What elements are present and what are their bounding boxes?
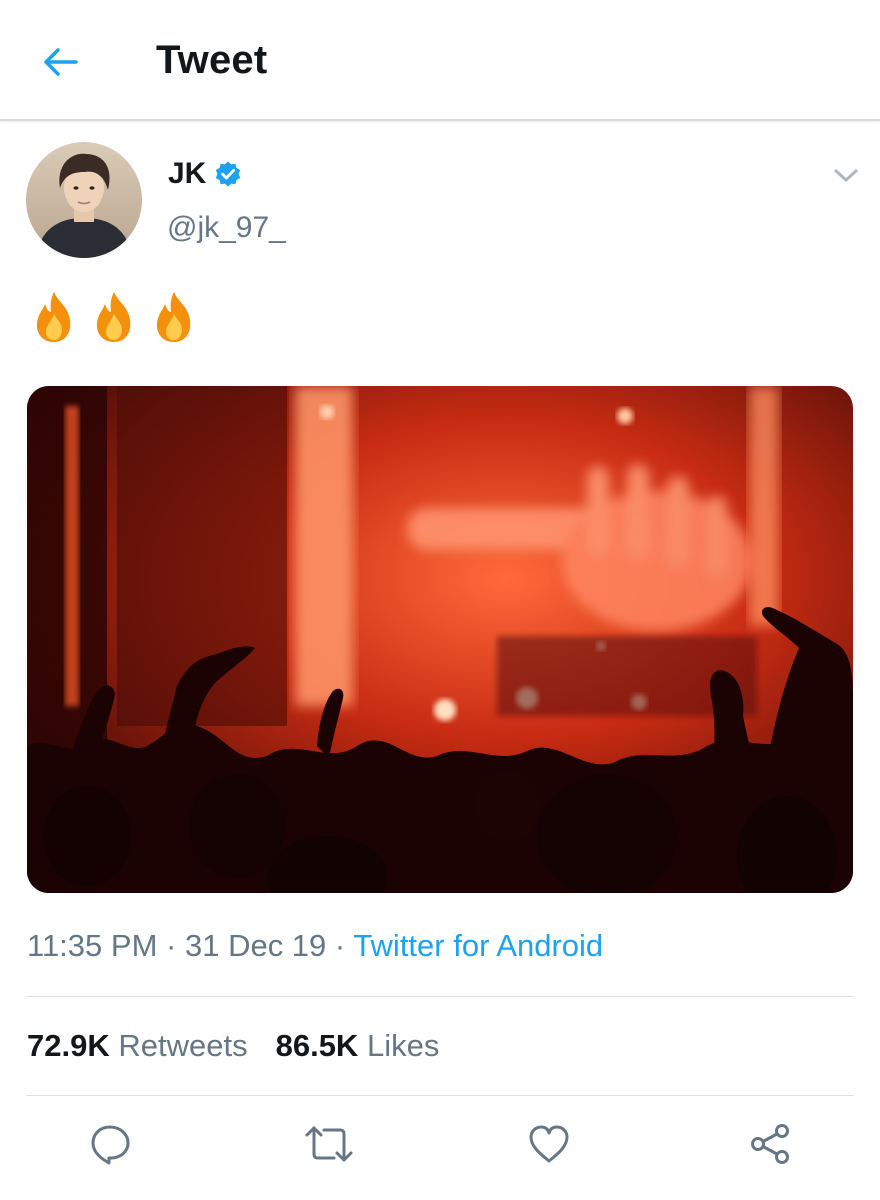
arrow-left-icon xyxy=(44,48,78,76)
fire-emoji-icon xyxy=(96,292,131,342)
tweet-stats: 72.9K Retweets 86.5K Likes xyxy=(27,1028,439,1064)
fire-emoji-icon xyxy=(36,292,71,342)
like-icon xyxy=(529,1125,569,1163)
tweet-timestamp: 11:35 PM · 31 Dec 19 · Twitter for Andro… xyxy=(27,928,603,964)
tweet-date: 31 Dec 19 xyxy=(184,928,327,963)
retweets-count: 72.9K xyxy=(27,1028,110,1063)
likes-count: 86.5K xyxy=(275,1028,359,1063)
concert-photo xyxy=(27,386,853,893)
verified-badge-icon xyxy=(214,160,242,188)
avatar-image xyxy=(26,142,142,258)
reply-icon xyxy=(91,1125,130,1165)
like-button[interactable] xyxy=(521,1118,577,1170)
retweet-button[interactable] xyxy=(301,1118,357,1170)
back-button[interactable] xyxy=(36,40,84,84)
likes-label: Likes xyxy=(366,1028,440,1063)
retweet-icon xyxy=(305,1126,353,1162)
retweets-label: Retweets xyxy=(118,1028,248,1063)
display-name-text: JK xyxy=(168,157,207,190)
page-title: Tweet xyxy=(156,38,268,82)
meta-separator: · xyxy=(334,928,346,963)
author-handle[interactable]: @jk_97_ xyxy=(167,211,286,245)
divider xyxy=(27,996,853,997)
author-name[interactable]: JK xyxy=(168,157,242,191)
reply-button[interactable] xyxy=(82,1118,138,1170)
chevron-down-icon xyxy=(834,169,858,182)
tweet-source-link[interactable]: Twitter for Android xyxy=(353,928,603,963)
tweet-time: 11:35 PM xyxy=(27,928,158,963)
avatar[interactable] xyxy=(26,142,142,258)
tweet-text xyxy=(32,290,196,344)
top-bar: Tweet xyxy=(0,0,880,121)
tweet-menu-button[interactable] xyxy=(826,158,866,194)
likes-stat[interactable]: 86.5K Likes xyxy=(276,1028,440,1064)
retweets-stat[interactable]: 72.9K Retweets xyxy=(27,1028,248,1064)
share-icon xyxy=(751,1124,789,1164)
divider xyxy=(27,1095,853,1096)
tweet-photo[interactable] xyxy=(27,386,853,893)
fire-emoji-icon xyxy=(156,292,191,342)
share-button[interactable] xyxy=(742,1118,798,1170)
meta-separator: · xyxy=(166,928,177,963)
